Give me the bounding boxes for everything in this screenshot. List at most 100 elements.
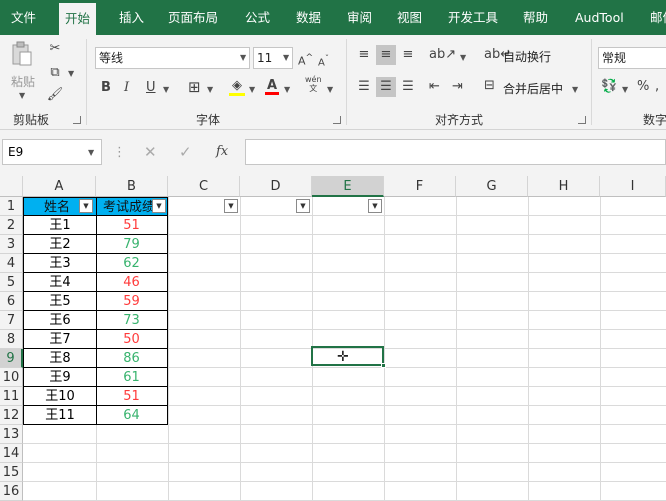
- borders-dropdown-icon[interactable]: ▼: [207, 85, 213, 94]
- row-header-16[interactable]: 16: [0, 482, 23, 501]
- orientation-dropdown-icon[interactable]: ▼: [460, 53, 466, 62]
- clipboard-launcher-icon[interactable]: [73, 116, 81, 124]
- column-header-c[interactable]: C: [168, 176, 240, 197]
- increase-indent-icon[interactable]: ⇥: [452, 79, 463, 95]
- name-cell[interactable]: 王3: [23, 254, 97, 273]
- font-name-select[interactable]: 等线: [95, 47, 250, 69]
- tab-view[interactable]: 视图: [397, 0, 422, 35]
- copy-dropdown-icon[interactable]: ▼: [68, 69, 74, 78]
- tab-mailings[interactable]: 邮件: [650, 0, 666, 35]
- name-cell[interactable]: 王2: [23, 235, 97, 254]
- tab-home[interactable]: 开始: [59, 3, 97, 35]
- score-cell[interactable]: 51: [96, 387, 168, 406]
- accounting-format-icon[interactable]: 💱: [601, 79, 617, 95]
- tab-developer[interactable]: 开发工具: [448, 0, 498, 35]
- align-center-icon[interactable]: ☰: [376, 77, 396, 97]
- column-header-i[interactable]: I: [600, 176, 666, 197]
- row-header-11[interactable]: 11: [0, 387, 23, 406]
- tab-help[interactable]: 帮助: [523, 0, 548, 35]
- column-header-f[interactable]: F: [384, 176, 456, 197]
- shrink-font-icon[interactable]: Aˇ: [318, 50, 329, 71]
- row-header-8[interactable]: 8: [0, 330, 23, 349]
- tab-insert[interactable]: 插入: [119, 0, 144, 35]
- format-painter-icon[interactable]: 🖌: [46, 87, 64, 103]
- wrap-text-button[interactable]: 自动换行: [503, 48, 551, 65]
- decrease-indent-icon[interactable]: ⇤: [429, 79, 440, 95]
- row-header-3[interactable]: 3: [0, 235, 23, 254]
- fill-color-icon[interactable]: ◈: [229, 78, 245, 96]
- insert-function-icon[interactable]: fx: [216, 144, 228, 160]
- score-cell[interactable]: 51: [96, 216, 168, 235]
- score-cell[interactable]: 73: [96, 311, 168, 330]
- align-right-icon[interactable]: ☰: [399, 79, 417, 95]
- align-top-icon[interactable]: ≡: [355, 47, 373, 63]
- name-cell[interactable]: 王11: [23, 406, 97, 425]
- paste-icon[interactable]: [10, 41, 34, 67]
- align-bottom-icon[interactable]: ≡: [399, 47, 417, 63]
- score-cell[interactable]: 62: [96, 254, 168, 273]
- row-header-5[interactable]: 5: [0, 273, 23, 292]
- font-name-dropdown-icon[interactable]: ▼: [240, 53, 246, 62]
- row-header-2[interactable]: 2: [0, 216, 23, 235]
- score-cell[interactable]: 64: [96, 406, 168, 425]
- name-cell[interactable]: 王10: [23, 387, 97, 406]
- filter-dropdown-icon[interactable]: ▼: [368, 199, 382, 213]
- fill-handle[interactable]: [381, 363, 386, 368]
- row-header-14[interactable]: 14: [0, 444, 23, 463]
- column-header-d[interactable]: D: [240, 176, 312, 197]
- filter-dropdown-icon[interactable]: ▼: [224, 199, 238, 213]
- row-header-10[interactable]: 10: [0, 368, 23, 387]
- row-header-9[interactable]: 9: [0, 349, 23, 368]
- formula-input[interactable]: [245, 139, 666, 165]
- underline-dropdown-icon[interactable]: ▼: [163, 85, 169, 94]
- filter-dropdown-icon[interactable]: ▼: [152, 199, 166, 213]
- font-size-dropdown-icon[interactable]: ▼: [283, 53, 289, 62]
- name-cell[interactable]: 王5: [23, 292, 97, 311]
- orientation-icon[interactable]: ab↗: [429, 47, 456, 63]
- name-box-dropdown-icon[interactable]: ▼: [88, 148, 94, 157]
- score-cell[interactable]: 86: [96, 349, 168, 368]
- row-header-15[interactable]: 15: [0, 463, 23, 482]
- name-cell[interactable]: 王1: [23, 216, 97, 235]
- font-color-dropdown-icon[interactable]: ▼: [284, 85, 290, 94]
- score-cell[interactable]: 46: [96, 273, 168, 292]
- alignment-launcher-icon[interactable]: [578, 116, 586, 124]
- align-left-icon[interactable]: ☰: [355, 79, 373, 95]
- enter-icon[interactable]: ✓: [179, 144, 192, 160]
- row-header-13[interactable]: 13: [0, 425, 23, 444]
- font-launcher-icon[interactable]: [333, 116, 341, 124]
- tab-formulas[interactable]: 公式: [245, 0, 270, 35]
- percent-icon[interactable]: %: [637, 79, 649, 95]
- merge-dropdown-icon[interactable]: ▼: [572, 85, 578, 94]
- cancel-icon[interactable]: ✕: [144, 144, 157, 160]
- paste-dropdown-icon[interactable]: ▼: [19, 91, 25, 100]
- row-header-1[interactable]: 1: [0, 197, 23, 216]
- score-cell[interactable]: 59: [96, 292, 168, 311]
- tab-page-layout[interactable]: 页面布局: [168, 0, 218, 35]
- phonetic-dropdown-icon[interactable]: ▼: [327, 85, 333, 94]
- tab-review[interactable]: 审阅: [347, 0, 372, 35]
- grow-font-icon[interactable]: A^: [298, 50, 313, 70]
- name-cell[interactable]: 王8: [23, 349, 97, 368]
- worksheet-grid[interactable]: A B C D E F G H I 1 2 3 4 5 6 7 8 9 10 11 12 13 14 15 1…: [0, 176, 666, 501]
- accounting-dropdown-icon[interactable]: ▼: [622, 85, 628, 94]
- row-header-7[interactable]: 7: [0, 311, 23, 330]
- fill-color-dropdown-icon[interactable]: ▼: [249, 85, 255, 94]
- score-cell[interactable]: 50: [96, 330, 168, 349]
- name-cell[interactable]: 王4: [23, 273, 97, 292]
- merge-center-button[interactable]: 合并后居中: [503, 80, 563, 97]
- number-format-select[interactable]: 常规: [598, 47, 666, 69]
- tab-file[interactable]: 文件: [11, 0, 36, 35]
- column-header-b[interactable]: B: [96, 176, 168, 197]
- column-header-g[interactable]: G: [456, 176, 528, 197]
- filter-dropdown-icon[interactable]: ▼: [296, 199, 310, 213]
- row-header-6[interactable]: 6: [0, 292, 23, 311]
- name-cell[interactable]: 王6: [23, 311, 97, 330]
- name-cell[interactable]: 王7: [23, 330, 97, 349]
- row-header-4[interactable]: 4: [0, 254, 23, 273]
- tab-audtool[interactable]: AudTool: [575, 0, 624, 35]
- score-cell[interactable]: 79: [96, 235, 168, 254]
- font-color-icon[interactable]: A: [265, 78, 279, 95]
- select-all-corner[interactable]: [0, 176, 23, 197]
- filter-dropdown-icon[interactable]: ▼: [79, 199, 93, 213]
